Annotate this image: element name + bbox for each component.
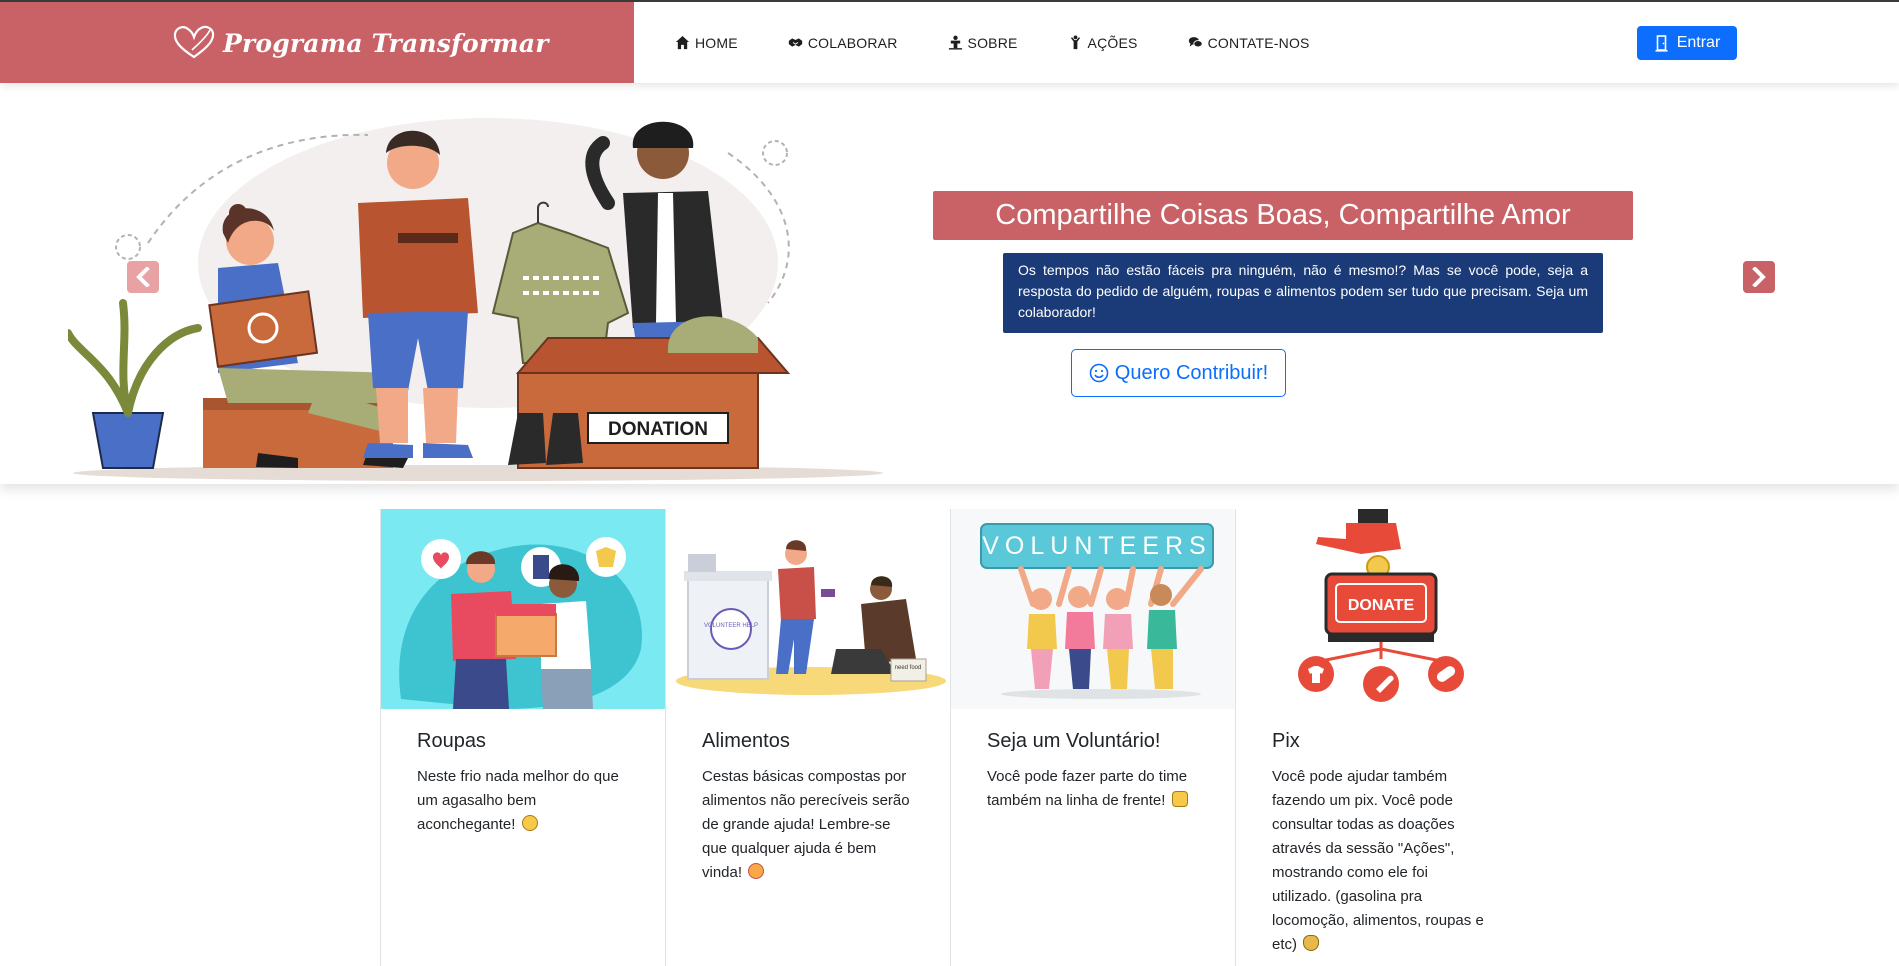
card-alimentos-image: VOLUNTEER HELP need food	[666, 509, 951, 709]
brand-name: Programa Transformar	[223, 29, 549, 58]
grin-emoji	[521, 815, 538, 831]
hero-description: Os tempos não estão fáceis pra ninguém, …	[1003, 253, 1603, 333]
nav-acoes[interactable]: AÇÕES	[1068, 35, 1138, 51]
hearts-face-emoji	[748, 863, 765, 879]
smile-icon	[1089, 363, 1109, 383]
login-button-label: Entrar	[1676, 34, 1721, 51]
heart-outline-icon	[173, 25, 215, 59]
chevron-left-icon	[136, 267, 150, 287]
contribute-button[interactable]: Quero Contribuir!	[1071, 349, 1286, 397]
nav-contato[interactable]: CONTATE-NOS	[1188, 35, 1310, 51]
money-bag-emoji	[1303, 935, 1320, 951]
card-voluntario-image: VOLUNTEERS	[951, 509, 1236, 709]
card-title: Alimentos	[702, 730, 790, 752]
donation-box-label: DONATION	[608, 419, 708, 440]
nav-sobre[interactable]: SOBRE	[948, 35, 1018, 51]
carousel-prev-button[interactable]	[127, 261, 159, 293]
nav-contato-label: CONTATE-NOS	[1207, 34, 1310, 51]
chat-bubbles-icon	[1188, 37, 1203, 48]
volunteers-illustration: VOLUNTEERS	[951, 509, 1236, 709]
card-text: Neste frio nada melhor do que um agasalh…	[417, 768, 619, 833]
nav-menu: HOME COLABORAR SOBRE AÇÕES CONTATE-NOS	[675, 2, 1360, 83]
need-food-label: need food	[895, 665, 922, 671]
food-volunteer-illustration: VOLUNTEER HELP need food	[666, 509, 951, 709]
carousel-next-button[interactable]	[1743, 261, 1775, 293]
card-alimentos[interactable]: VOLUNTEER HELP need food Alimentos Cesta…	[665, 509, 951, 966]
person-chalkboard-icon	[948, 35, 962, 50]
contribute-button-label: Quero Contribuir!	[1114, 361, 1269, 384]
fist-bump-emoji	[1171, 791, 1188, 807]
nav-colaborar-label: COLABORAR	[807, 34, 898, 51]
card-pix[interactable]: DONATE Pix Você pode ajudar também fazen…	[1235, 509, 1521, 966]
nav-sobre-label: SOBRE	[967, 34, 1018, 51]
donate-box-illustration: DONATE	[1236, 509, 1521, 709]
donation-illustration: DONATION	[68, 118, 883, 481]
card-voluntario[interactable]: VOLUNTEERS Seja um Voluntário! Você pode…	[950, 509, 1236, 966]
volunteer-help-label: VOLUNTEER HELP	[704, 623, 758, 629]
card-roupas[interactable]: Roupas Neste frio nada melhor do que um …	[380, 509, 666, 966]
card-text: Você pode fazer parte do time também na …	[987, 768, 1188, 809]
navbar: Programa Transformar HOME COLABORAR SOBR…	[0, 0, 1899, 83]
brand[interactable]: Programa Transformar	[0, 2, 634, 83]
clothes-donation-illustration	[381, 509, 666, 709]
nav-acoes-label: AÇÕES	[1087, 34, 1138, 51]
nav-colaborar[interactable]: COLABORAR	[788, 35, 898, 51]
help-cards: Roupas Neste frio nada melhor do que um …	[380, 509, 1521, 966]
nav-home-label: HOME	[695, 34, 738, 51]
handshake-icon	[788, 38, 802, 47]
card-title: Pix	[1272, 730, 1300, 752]
door-icon	[1655, 34, 1668, 52]
card-pix-image: DONATE	[1236, 509, 1521, 709]
volunteers-banner-label: VOLUNTEERS	[982, 532, 1211, 560]
card-text: Você pode ajudar também fazendo um pix. …	[1272, 768, 1484, 953]
card-text: Cestas básicas compostas por alimentos n…	[702, 768, 910, 881]
donate-label: DONATE	[1348, 597, 1415, 614]
login-button[interactable]: Entrar	[1637, 26, 1737, 60]
person-hands-icon	[1070, 35, 1080, 50]
card-roupas-image	[381, 509, 666, 709]
hero-title: Compartilhe Coisas Boas, Compartilhe Amo…	[933, 191, 1633, 240]
home-icon	[675, 35, 690, 50]
hero-carousel: DONATION Compartilhe Coisas Boas, Compar…	[0, 83, 1899, 484]
chevron-right-icon	[1752, 267, 1766, 287]
card-title: Seja um Voluntário!	[987, 730, 1161, 752]
nav-home[interactable]: HOME	[675, 35, 738, 51]
card-title: Roupas	[417, 730, 486, 752]
